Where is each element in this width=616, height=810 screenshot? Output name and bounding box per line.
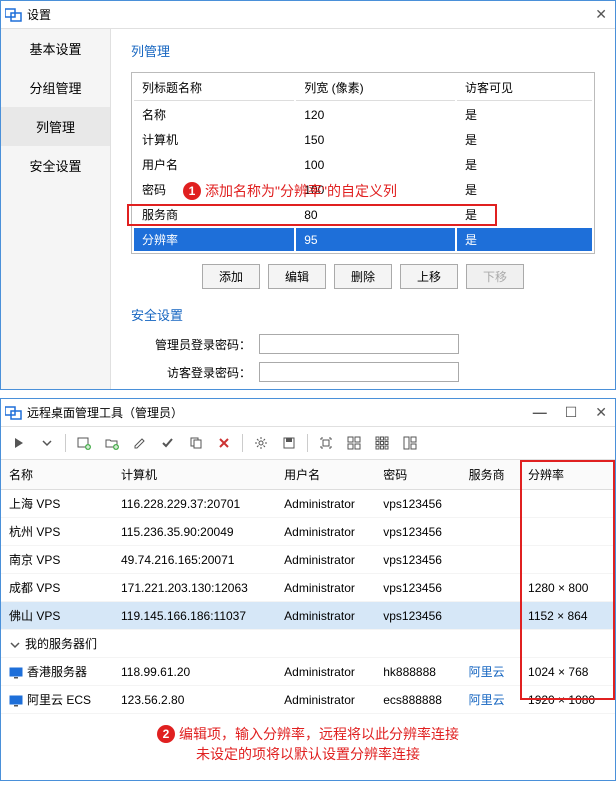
main-window: 远程桌面管理工具（管理员） — ☐ ✕ 名称计算机用户名密码服务商分辨率 上海 … — [0, 398, 616, 781]
section-title: 列管理 — [131, 41, 595, 60]
monitor-icon — [9, 695, 23, 707]
guest-pwd-label: 访客登录密码： — [141, 364, 251, 381]
settings-content: 列管理 列标题名称列宽 (像素)访客可见 名称120是计算机150是用户名100… — [111, 29, 615, 389]
grid-row[interactable]: 香港服务器118.99.61.20Administratorhk888888阿里… — [1, 658, 615, 686]
check-icon[interactable] — [156, 431, 180, 455]
security-section-title: 安全设置 — [131, 305, 595, 324]
sidebar-item-2[interactable]: 列管理 — [1, 107, 110, 146]
col-row[interactable]: 分辨率95是 — [134, 228, 592, 251]
grid-3x3-icon[interactable] — [370, 431, 394, 455]
new-item-icon[interactable] — [72, 431, 96, 455]
settings-titlebar: 设置 ✕ — [1, 1, 615, 29]
new-folder-icon[interactable] — [100, 431, 124, 455]
play-icon[interactable] — [7, 431, 31, 455]
group-row[interactable]: 我的服务器们 — [1, 630, 615, 658]
grid-header[interactable]: 计算机 — [113, 460, 276, 490]
add-button[interactable]: 添加 — [202, 264, 260, 289]
edit-icon[interactable] — [128, 431, 152, 455]
settings-sidebar: 基本设置分组管理列管理安全设置 — [1, 29, 111, 389]
grid-header[interactable]: 分辨率 — [520, 460, 615, 490]
col-row[interactable]: 名称120是 — [134, 103, 592, 126]
sidebar-item-1[interactable]: 分组管理 — [1, 68, 110, 107]
maximize-icon[interactable]: ☐ — [565, 404, 578, 421]
sidebar-item-3[interactable]: 安全设置 — [1, 146, 110, 185]
toolbar — [1, 427, 615, 460]
callout-1: 1 添加名称为"分辨率"的自定义列 — [183, 181, 397, 201]
col-row[interactable]: 计算机150是 — [134, 128, 592, 151]
grid-header[interactable]: 密码 — [375, 460, 460, 490]
edit-button[interactable]: 编辑 — [268, 264, 326, 289]
dropdown-icon[interactable] — [35, 431, 59, 455]
callout-2: 2 编辑项，输入分辨率，远程将以此分辨率连接 未设定的项将以默认设置分辨率连接 — [1, 714, 615, 780]
grid-2x2-icon[interactable] — [342, 431, 366, 455]
fullscreen-icon[interactable] — [314, 431, 338, 455]
col-header: 列标题名称 — [134, 75, 294, 101]
col-header: 列宽 (像素) — [296, 75, 455, 101]
grid-header[interactable]: 名称 — [1, 460, 113, 490]
grid-row[interactable]: 杭州 VPS115.236.35.90:20049Administratorvp… — [1, 518, 615, 546]
callout-number-2: 2 — [157, 725, 175, 743]
delete-button[interactable]: 删除 — [334, 264, 392, 289]
delete-icon[interactable] — [212, 431, 236, 455]
grid-row[interactable]: 阿里云 ECS123.56.2.80Administratorecs888888… — [1, 686, 615, 714]
close-icon[interactable]: ✕ — [595, 404, 607, 421]
col-header: 访客可见 — [457, 75, 592, 101]
close-icon[interactable]: ✕ — [595, 6, 607, 23]
tile-icon[interactable] — [398, 431, 422, 455]
main-title: 远程桌面管理工具（管理员） — [27, 404, 533, 421]
main-titlebar: 远程桌面管理工具（管理员） — ☐ ✕ — [1, 399, 615, 427]
admin-pwd-label: 管理员登录密码： — [141, 336, 251, 353]
col-row[interactable]: 用户名100是 — [134, 153, 592, 176]
copy-icon[interactable] — [184, 431, 208, 455]
monitor-icon — [9, 667, 23, 679]
grid-header[interactable]: 用户名 — [276, 460, 375, 490]
grid-row[interactable]: 上海 VPS116.228.229.37:20701Administratorv… — [1, 490, 615, 518]
settings-icon[interactable] — [249, 431, 273, 455]
columns-table: 列标题名称列宽 (像素)访客可见 名称120是计算机150是用户名100是密码1… — [131, 72, 595, 254]
settings-title: 设置 — [27, 6, 595, 23]
grid-row[interactable]: 成都 VPS171.221.203.130:12063Administrator… — [1, 574, 615, 602]
grid-row[interactable]: 南京 VPS49.74.216.165:20071Administratorvp… — [1, 546, 615, 574]
connection-grid: 名称计算机用户名密码服务商分辨率 上海 VPS116.228.229.37:20… — [1, 460, 615, 714]
grid-header[interactable]: 服务商 — [461, 460, 520, 490]
admin-pwd-input[interactable] — [259, 334, 459, 354]
minimize-icon[interactable]: — — [533, 404, 547, 421]
save-icon[interactable] — [277, 431, 301, 455]
settings-dialog: 设置 ✕ 基本设置分组管理列管理安全设置 列管理 列标题名称列宽 (像素)访客可… — [0, 0, 616, 390]
col-row[interactable]: 服务商80是 — [134, 203, 592, 226]
callout-number-1: 1 — [183, 182, 201, 200]
app-icon — [5, 8, 23, 22]
move-down-button[interactable]: 下移 — [466, 264, 524, 289]
move-up-button[interactable]: 上移 — [400, 264, 458, 289]
sidebar-item-0[interactable]: 基本设置 — [1, 29, 110, 68]
grid-row[interactable]: 佛山 VPS119.145.166.186:11037Administrator… — [1, 602, 615, 630]
app-icon — [5, 406, 23, 420]
guest-pwd-input[interactable] — [259, 362, 459, 382]
